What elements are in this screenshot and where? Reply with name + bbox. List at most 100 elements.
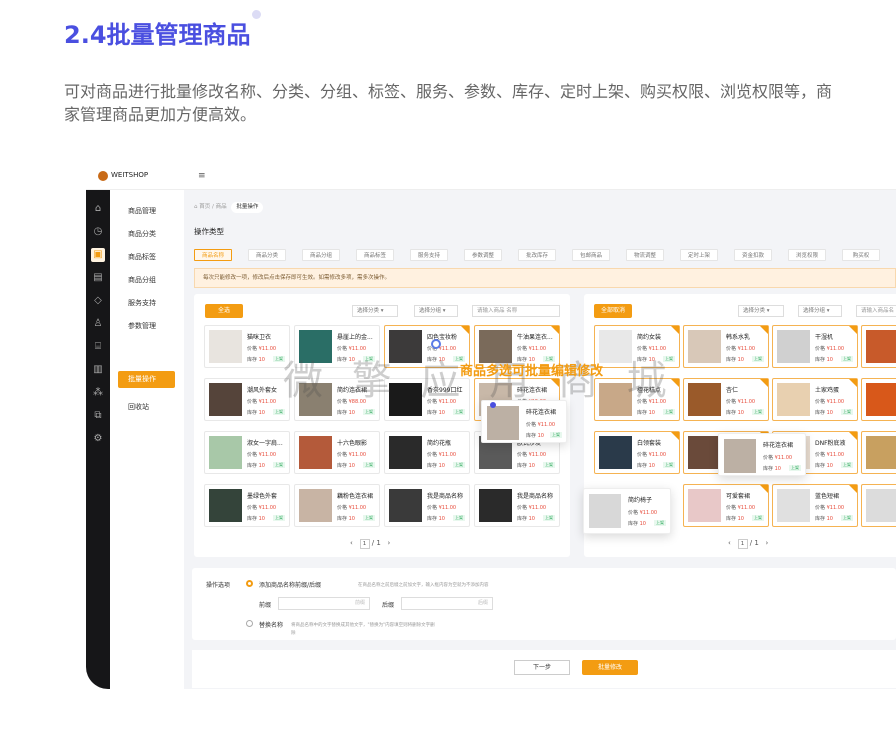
- goods-icon[interactable]: ▣: [91, 248, 105, 262]
- subnav-item[interactable]: 商品标签: [128, 252, 156, 262]
- goods-card[interactable]: 我是商品名称 价格 ¥11.00 库存 10 上架: [474, 484, 560, 527]
- user-icon[interactable]: ♙: [91, 317, 105, 331]
- op-type-tab[interactable]: 商品分组: [302, 249, 340, 261]
- goods-card[interactable]: 猫咪卫衣 价格 ¥11.00 库存 10 上架: [204, 325, 290, 368]
- menu-toggle-icon[interactable]: ≡: [198, 171, 206, 181]
- op-type-tab[interactable]: 参数调整: [464, 249, 502, 261]
- subnav-item-recycle[interactable]: 回收站: [128, 402, 149, 412]
- goods-name: 淑女一字肩...: [247, 440, 283, 447]
- floating-dragged-card[interactable]: 简约椅子 价格 ¥11.00 库存 10 上架: [583, 488, 671, 534]
- floating-dragged-card[interactable]: 碎花连衣裙 价格 ¥11.00 库存 10 上架: [718, 433, 806, 476]
- breadcrumb-home[interactable]: 首页: [199, 204, 210, 210]
- goods-thumbnail: [599, 436, 632, 469]
- goods-card[interactable]: [861, 431, 896, 474]
- settings-icon[interactable]: ⚙: [91, 432, 105, 446]
- option-prefix-suffix-label: 添加商品名称前缀/后缀: [259, 582, 322, 589]
- subnav-item[interactable]: 参数管理: [128, 321, 156, 331]
- goods-card[interactable]: 简约花瓶 价格 ¥11.00 库存 10 上架: [384, 431, 470, 474]
- goods-card[interactable]: 干湿机 价格 ¥11.00 库存 10 上架: [772, 325, 858, 368]
- op-type-tab[interactable]: 批改库存: [518, 249, 556, 261]
- goods-card[interactable]: 藕粉色连衣裙 价格 ¥11.00 库存 10 上架: [294, 484, 380, 527]
- op-type-label: 操作类型: [194, 227, 224, 236]
- right-category-select[interactable]: 选择分类 ▾: [738, 305, 784, 317]
- goods-thumbnail: [777, 489, 810, 522]
- left-category-select[interactable]: 选择分类 ▾: [352, 305, 398, 317]
- order-icon[interactable]: ▤: [91, 271, 105, 285]
- goods-card[interactable]: 韩系水乳 价格 ¥11.00 库存 10 上架: [683, 325, 769, 368]
- op-type-tab[interactable]: 服务支持: [410, 249, 448, 261]
- goods-card[interactable]: 土家鸡蛋 价格 ¥11.00 库存 10 上架: [772, 378, 858, 421]
- goods-thumbnail: [777, 383, 810, 416]
- goods-stock: 库存 10: [247, 516, 265, 522]
- suffix-label: 后缀: [382, 602, 395, 609]
- goods-card[interactable]: [861, 325, 896, 368]
- page-total: / 1: [371, 539, 381, 547]
- status-badge: 上架: [789, 465, 801, 471]
- op-type-tab[interactable]: 商品分类: [248, 249, 286, 261]
- next-step-button[interactable]: 下一步: [514, 660, 570, 675]
- goods-price: 价格 ¥11.00: [247, 399, 277, 405]
- goods-card[interactable]: [861, 378, 896, 421]
- goods-card[interactable]: 潮风外套女 价格 ¥11.00 库存 10 上架: [204, 378, 290, 421]
- op-type-tab[interactable]: 定时上架: [680, 249, 718, 261]
- goods-card[interactable]: 十六色眼影 价格 ¥11.00 库存 10 上架: [294, 431, 380, 474]
- op-type-tab[interactable]: 资金扣款: [734, 249, 772, 261]
- suffix-input[interactable]: 后缀: [401, 597, 493, 610]
- subnav-item[interactable]: 服务支持: [128, 298, 156, 308]
- prefix-input[interactable]: 前缀: [278, 597, 370, 610]
- prev-page-icon[interactable]: ‹: [728, 539, 731, 547]
- batch-modify-button[interactable]: 批量修改: [582, 660, 638, 675]
- status-badge: 上架: [363, 462, 375, 468]
- goods-card[interactable]: 可爱套裙 价格 ¥11.00 库存 10 上架: [683, 484, 769, 527]
- radio-replace-name[interactable]: [246, 620, 253, 627]
- op-type-tab[interactable]: 商品标签: [356, 249, 394, 261]
- op-type-tab[interactable]: 物流调整: [626, 249, 664, 261]
- goods-thumbnail: [487, 406, 519, 440]
- subnav-item[interactable]: 商品分组: [128, 275, 156, 285]
- goods-card[interactable]: 杏仁 价格 ¥11.00 库存 10 上架: [683, 378, 769, 421]
- goods-stock: 库存 10: [726, 357, 744, 363]
- goods-card[interactable]: [861, 484, 896, 527]
- tag-icon[interactable]: ◇: [91, 294, 105, 308]
- goods-name: 干湿机: [815, 334, 834, 341]
- cancel-all-button[interactable]: 全部取消: [594, 304, 632, 318]
- drag-start-icon: [431, 339, 441, 349]
- dashboard-icon[interactable]: ◷: [91, 225, 105, 239]
- goods-card[interactable]: 白领套装 价格 ¥11.00 库存 10 上架: [594, 431, 680, 474]
- select-all-button[interactable]: 全选: [205, 304, 243, 318]
- prev-page-icon[interactable]: ‹: [350, 539, 353, 547]
- plugin-icon[interactable]: ⧉: [91, 409, 105, 423]
- op-type-tab[interactable]: 浏览权限: [788, 249, 826, 261]
- goods-stock: 库存 10: [628, 521, 646, 527]
- shop-icon[interactable]: ⌸: [91, 340, 105, 354]
- left-group-select[interactable]: 选择分组 ▾: [414, 305, 458, 317]
- page-input[interactable]: 1: [359, 539, 370, 549]
- goods-stock: 库存 10: [637, 463, 655, 469]
- status-badge: 上架: [543, 462, 555, 468]
- breadcrumb-goods[interactable]: 商品: [216, 204, 227, 210]
- goods-name: 白领套装: [637, 440, 662, 447]
- subnav-item[interactable]: 商品管理: [128, 206, 156, 216]
- goods-card[interactable]: 蓝色短裙 价格 ¥11.00 库存 10 上架: [772, 484, 858, 527]
- right-search-input[interactable]: 请输入商品名: [856, 305, 896, 317]
- op-type-tab[interactable]: 包邮商品: [572, 249, 610, 261]
- home-icon[interactable]: ⌂: [91, 202, 105, 216]
- status-badge: 上架: [654, 520, 666, 526]
- goods-stock: 库存 10: [815, 463, 833, 469]
- goods-card[interactable]: 淑女一字肩... 价格 ¥11.00 库存 10 上架: [204, 431, 290, 474]
- next-page-icon[interactable]: ›: [765, 539, 768, 547]
- goods-card[interactable]: 我是商品名称 价格 ¥11.00 库存 10 上架: [384, 484, 470, 527]
- right-group-select[interactable]: 选择分组 ▾: [798, 305, 842, 317]
- next-page-icon[interactable]: ›: [387, 539, 390, 547]
- left-search-input[interactable]: 请输入商品 名称: [472, 305, 560, 317]
- finance-icon[interactable]: ▥: [91, 363, 105, 377]
- page-input[interactable]: 1: [737, 539, 748, 549]
- radio-prefix-suffix[interactable]: [246, 580, 253, 587]
- subnav-item[interactable]: 商品分类: [128, 229, 156, 239]
- op-type-tab[interactable]: 商品名称: [194, 249, 232, 261]
- subnav-item-batch[interactable]: 批量操作: [118, 371, 175, 388]
- app-icon[interactable]: ⁂: [91, 386, 105, 400]
- op-type-tab[interactable]: 购买权: [842, 249, 880, 261]
- goods-name: 杏仁: [726, 387, 739, 394]
- goods-card[interactable]: 墨绿色外套 价格 ¥11.00 库存 10 上架: [204, 484, 290, 527]
